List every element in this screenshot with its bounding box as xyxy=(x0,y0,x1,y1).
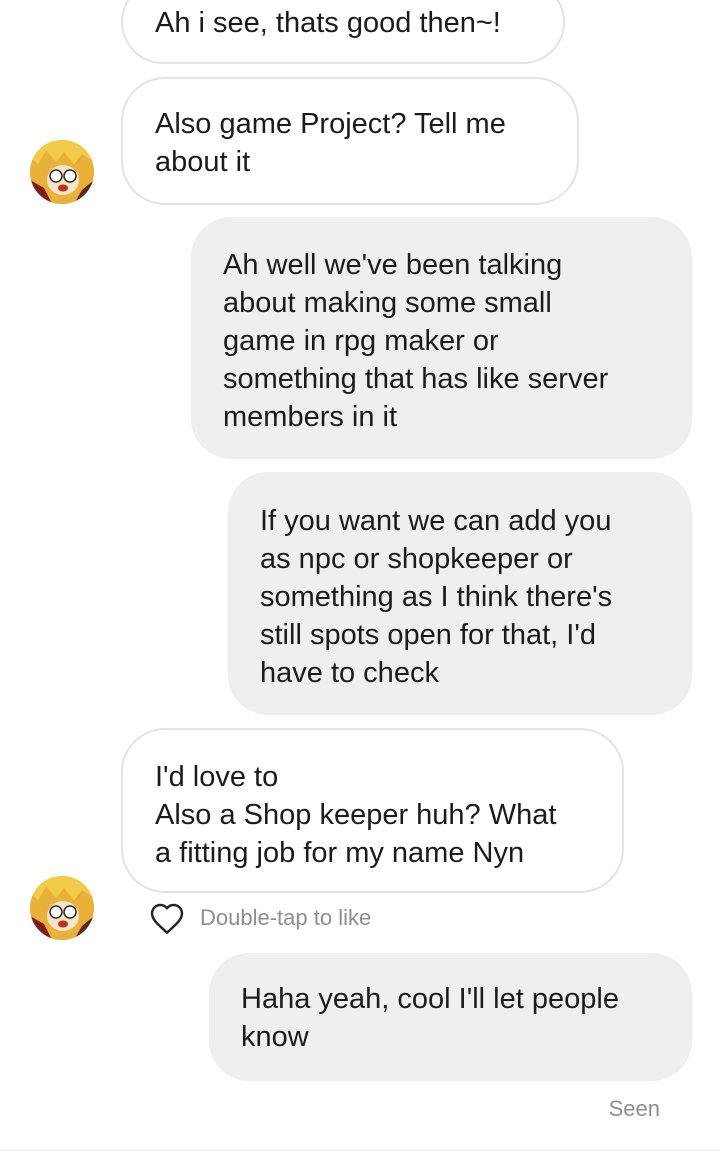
avatar[interactable] xyxy=(30,876,94,940)
avatar[interactable] xyxy=(30,140,94,204)
message-bubble-incoming[interactable]: Ah i see, thats good then~! xyxy=(121,0,565,64)
double-tap-hint: Double-tap to like xyxy=(200,905,372,930)
seen-status: Seen xyxy=(608,1096,660,1121)
heart-outline-icon[interactable] xyxy=(148,901,186,935)
avatar-image xyxy=(30,876,94,940)
message-bubble-incoming[interactable]: Also game Project? Tell me about it xyxy=(121,77,579,205)
avatar-image xyxy=(30,140,94,204)
message-bubble-outgoing[interactable]: Haha yeah, cool I'll let people know xyxy=(209,953,692,1081)
like-hint[interactable]: Double-tap to like xyxy=(148,899,371,937)
message-bubble-outgoing[interactable]: If you want we can add you as npc or sho… xyxy=(228,472,692,715)
message-bubble-outgoing[interactable]: Ah well we've been talking about making … xyxy=(191,217,692,459)
message-bubble-incoming[interactable]: I'd love to Also a Shop keeper huh? What… xyxy=(121,728,624,893)
